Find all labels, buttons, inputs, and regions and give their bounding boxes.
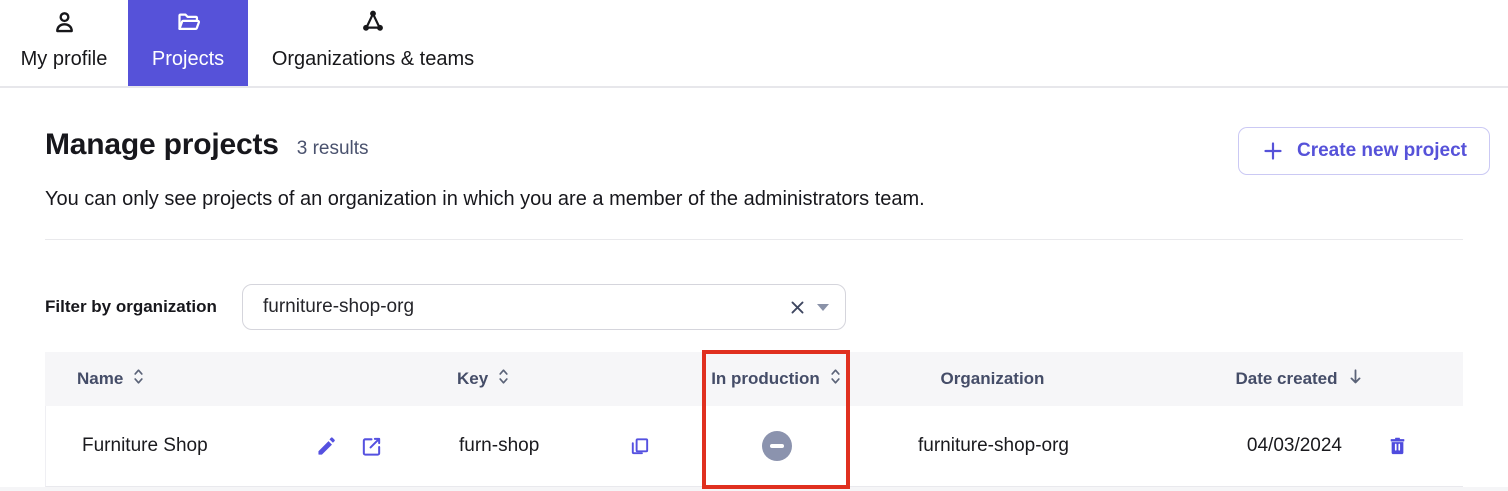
organization-filter-value: furniture-shop-org xyxy=(263,296,788,318)
person-icon xyxy=(51,7,78,37)
column-header-in-production[interactable]: In production xyxy=(702,367,850,391)
open-folder-icon xyxy=(175,7,202,37)
table-row: Furniture Shop furn xyxy=(45,406,1463,487)
page-description: You can only see projects of an organiza… xyxy=(45,188,1463,211)
organization-filter-combobox[interactable]: furniture-shop-org xyxy=(242,284,846,330)
section-divider xyxy=(45,239,1463,240)
sort-chevrons-icon xyxy=(498,367,509,391)
project-name: Furniture Shop xyxy=(82,435,208,457)
cell-date-created: 04/03/2024 xyxy=(1136,435,1463,457)
cell-key: furn-shop xyxy=(431,435,703,458)
tab-organizations-teams[interactable]: Organizations & teams xyxy=(248,0,498,86)
tab-label: Projects xyxy=(152,48,224,71)
results-count-badge: 3 results xyxy=(297,138,369,160)
column-header-date-created[interactable]: Date created xyxy=(1135,368,1463,390)
x-clear-icon[interactable] xyxy=(788,298,807,317)
sort-descending-arrow-icon xyxy=(1348,368,1363,390)
copy-icon[interactable] xyxy=(628,435,651,458)
date-created-value: 04/03/2024 xyxy=(1247,435,1342,457)
column-header-key[interactable]: Key xyxy=(430,367,702,391)
top-tab-bar: My profile Projects Organizations & team… xyxy=(0,0,1508,88)
minus-circle-icon xyxy=(762,431,792,461)
project-key: furn-shop xyxy=(459,435,539,457)
edit-pencil-icon[interactable] xyxy=(315,435,338,458)
external-link-icon[interactable] xyxy=(360,435,383,458)
create-new-project-button[interactable]: Create new project xyxy=(1238,127,1490,175)
column-header-organization: Organization xyxy=(850,369,1135,389)
projects-table: Name Key In production xyxy=(45,352,1463,487)
cell-name: Furniture Shop xyxy=(46,435,431,458)
tab-projects[interactable]: Projects xyxy=(128,0,248,86)
bottom-page-edge xyxy=(0,487,1508,491)
page-title: Manage projects xyxy=(45,128,279,162)
delete-trash-icon[interactable] xyxy=(1387,435,1408,457)
chevron-down-icon[interactable] xyxy=(817,304,829,311)
org-network-icon xyxy=(358,7,388,37)
tab-my-profile[interactable]: My profile xyxy=(0,0,128,86)
filter-label: Filter by organization xyxy=(45,297,222,317)
table-header-row: Name Key In production xyxy=(45,352,1463,406)
plus-icon xyxy=(1261,139,1285,163)
cell-organization: furniture-shop-org xyxy=(851,435,1136,457)
main-content: Manage projects 3 results You can only s… xyxy=(0,128,1508,487)
tab-label: Organizations & teams xyxy=(272,48,474,71)
tab-label: My profile xyxy=(21,48,108,71)
column-header-name[interactable]: Name xyxy=(45,367,430,391)
sort-chevrons-icon xyxy=(133,367,144,391)
filter-row: Filter by organization furniture-shop-or… xyxy=(45,284,1463,330)
organization-name: furniture-shop-org xyxy=(918,435,1069,457)
sort-chevrons-icon xyxy=(830,367,841,391)
cell-in-production xyxy=(703,431,851,461)
